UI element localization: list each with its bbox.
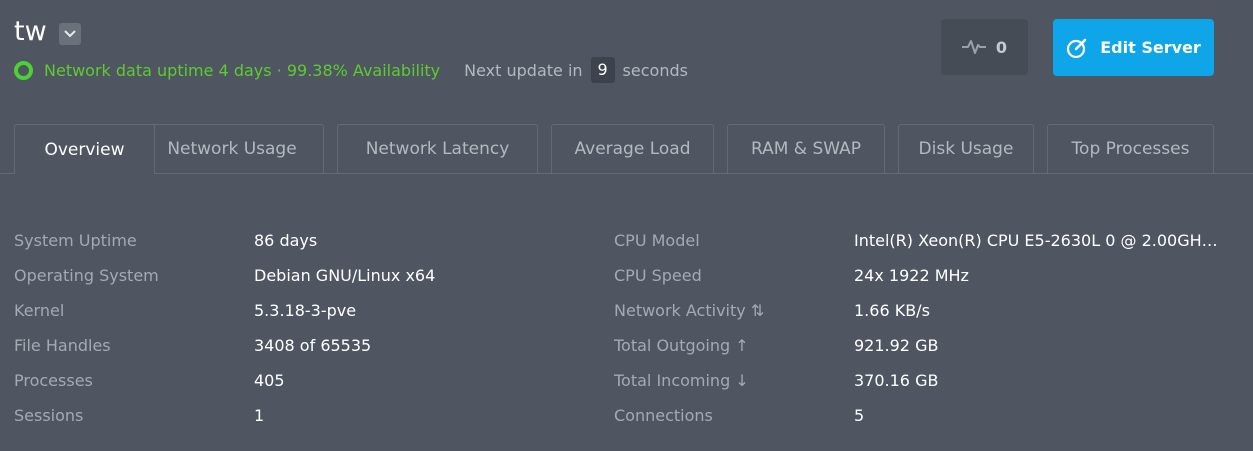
edit-server-button[interactable]: Edit Server (1053, 19, 1214, 76)
edit-icon (1067, 38, 1087, 58)
total-outgoing-value: 921.92 GB (854, 336, 939, 355)
activity-button[interactable]: 0 (941, 19, 1028, 75)
processes-label: Processes (14, 371, 93, 390)
tab-network-latency[interactable]: Network Latency (337, 124, 538, 173)
kernel-label: Kernel (14, 301, 65, 320)
total-incoming-value: 370.16 GB (854, 371, 939, 390)
operating-system-value: Debian GNU/Linux x64 (254, 266, 436, 285)
edit-server-label: Edit Server (1100, 38, 1201, 57)
next-update-label: Next update in (464, 60, 583, 80)
update-countdown: 9 (590, 57, 615, 83)
total-outgoing-label: Total Outgoing ↑ (614, 336, 749, 356)
server-dropdown-button[interactable] (59, 23, 81, 45)
status-online-icon (14, 60, 33, 80)
cpu-model-value: Intel(R) Xeon(R) CPU E5-2630L 0 @ 2.00GH… (854, 231, 1218, 250)
server-title: tw (14, 16, 47, 47)
activity-count: 0 (995, 37, 1008, 57)
file-handles-label: File Handles (14, 336, 111, 355)
network-activity-label: Network Activity ⇅ (614, 301, 764, 321)
status-row: Network data uptime 4 days · 99.38% Avai… (14, 57, 688, 83)
total-outgoing-text: Total Outgoing (614, 336, 731, 355)
arrow-up-icon: ↑ (735, 336, 749, 355)
total-incoming-text: Total Incoming (614, 371, 731, 390)
sessions-value: 1 (254, 406, 265, 425)
tab-overview[interactable]: Overview (14, 124, 155, 174)
tab-average-load[interactable]: Average Load (551, 124, 714, 173)
cpu-speed-value: 24x 1922 MHz (854, 266, 969, 285)
tab-ram-swap[interactable]: RAM & SWAP (727, 124, 885, 173)
cpu-model-label: CPU Model (614, 231, 700, 250)
total-incoming-label: Total Incoming ↓ (614, 371, 749, 391)
chevron-down-icon (64, 30, 76, 38)
uptime-status-text: Network data uptime 4 days · 99.38% Avai… (44, 60, 441, 80)
network-activity-text: Network Activity (614, 301, 746, 320)
tab-disk-usage[interactable]: Disk Usage (898, 124, 1034, 173)
arrow-down-icon: ↓ (735, 371, 749, 390)
next-update-suffix: seconds (622, 60, 688, 80)
tab-network-usage[interactable]: Network Usage (140, 124, 324, 173)
system-uptime-value: 86 days (254, 231, 318, 250)
processes-value: 405 (254, 371, 285, 390)
network-activity-value: 1.66 KB/s (854, 301, 930, 320)
operating-system-label: Operating System (14, 266, 159, 285)
kernel-value: 5.3.18-3-pve (254, 301, 357, 320)
up-down-arrows-icon: ⇅ (750, 301, 765, 320)
pulse-icon (961, 40, 986, 54)
connections-value: 5 (854, 406, 865, 425)
sessions-label: Sessions (14, 406, 84, 425)
system-uptime-label: System Uptime (14, 231, 137, 250)
cpu-speed-label: CPU Speed (614, 266, 702, 285)
file-handles-value: 3408 of 65535 (254, 336, 372, 355)
tab-top-processes[interactable]: Top Processes (1047, 124, 1214, 173)
tabs-divider (0, 173, 1253, 174)
connections-label: Connections (614, 406, 713, 425)
